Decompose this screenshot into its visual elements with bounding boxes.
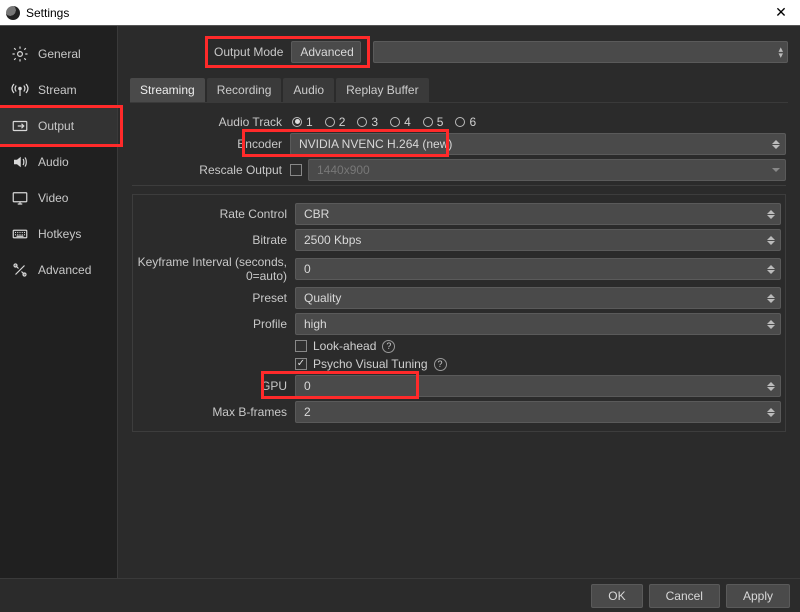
encoder-select[interactable]: NVIDIA NVENC H.264 (new) xyxy=(290,133,786,155)
rescale-checkbox[interactable] xyxy=(290,164,302,176)
sidebar-item-label: Hotkeys xyxy=(38,227,81,241)
row-bitrate: Bitrate 2500 Kbps xyxy=(137,229,781,251)
audio-track-1[interactable]: 1 xyxy=(292,115,313,129)
output-tabs: Streaming Recording Audio Replay Buffer xyxy=(130,78,788,103)
output-icon xyxy=(10,116,30,136)
dialog-footer: OK Cancel Apply xyxy=(0,578,800,612)
row-rescale: Rescale Output 1440x900 xyxy=(132,159,786,181)
updown-icon xyxy=(764,314,778,334)
profile-label: Profile xyxy=(137,317,295,331)
sidebar-item-general[interactable]: General xyxy=(0,36,117,72)
keyframe-label: Keyframe Interval (seconds, 0=auto) xyxy=(137,255,295,283)
row-profile: Profile high xyxy=(137,313,781,335)
tab-replay-buffer[interactable]: Replay Buffer xyxy=(336,78,429,102)
keyframe-input[interactable]: 0 xyxy=(295,258,781,280)
max-bframes-label: Max B-frames xyxy=(137,405,295,419)
sidebar-item-stream[interactable]: Stream xyxy=(0,72,117,108)
window-title: Settings xyxy=(26,6,69,20)
profile-select[interactable]: high xyxy=(295,313,781,335)
updown-icon xyxy=(769,134,783,154)
output-mode-select[interactable]: Advanced xyxy=(291,41,361,63)
audio-track-5[interactable]: 5 xyxy=(423,115,444,129)
rescale-value: 1440x900 xyxy=(317,163,370,177)
output-mode-select-wide[interactable]: ▴▾ xyxy=(373,41,788,63)
antenna-icon xyxy=(10,80,30,100)
audio-track-label: Audio Track xyxy=(132,115,290,129)
gpu-input[interactable]: 0 xyxy=(295,375,781,397)
row-keyframe: Keyframe Interval (seconds, 0=auto) 0 xyxy=(137,255,781,283)
psycho-label: Psycho Visual Tuning xyxy=(313,357,428,371)
row-gpu: GPU 0 xyxy=(137,375,781,397)
output-mode-value: Advanced xyxy=(300,45,353,59)
bitrate-input[interactable]: 2500 Kbps xyxy=(295,229,781,251)
updown-icon xyxy=(764,230,778,250)
sidebar: General Stream Output Audio Video Hotkey… xyxy=(0,26,118,578)
row-rate-control: Rate Control CBR xyxy=(137,203,781,225)
lookahead-label: Look-ahead xyxy=(313,339,376,353)
gear-icon xyxy=(10,44,30,64)
updown-icon xyxy=(764,376,778,396)
sidebar-item-advanced[interactable]: Advanced xyxy=(0,252,117,288)
rescale-select[interactable]: 1440x900 xyxy=(308,159,786,181)
sidebar-item-label: Audio xyxy=(38,155,69,169)
highlight-output-mode: Output Mode Advanced xyxy=(205,36,370,68)
speaker-icon xyxy=(10,152,30,172)
tab-streaming[interactable]: Streaming xyxy=(130,78,205,102)
row-audio-track: Audio Track 1 2 3 4 5 6 xyxy=(132,115,786,129)
close-button[interactable]: ✕ xyxy=(768,0,794,26)
sidebar-item-label: Output xyxy=(38,119,74,133)
psycho-checkbox[interactable] xyxy=(295,358,307,370)
audio-track-4[interactable]: 4 xyxy=(390,115,411,129)
audio-track-6[interactable]: 6 xyxy=(455,115,476,129)
rescale-label: Rescale Output xyxy=(132,163,290,177)
section-divider xyxy=(132,185,786,186)
titlebar: Settings ✕ xyxy=(0,0,800,26)
output-mode-label: Output Mode xyxy=(214,45,283,59)
tab-recording[interactable]: Recording xyxy=(207,78,282,102)
keyboard-icon xyxy=(10,224,30,244)
row-lookahead: Look-ahead ? xyxy=(137,339,781,353)
sidebar-item-hotkeys[interactable]: Hotkeys xyxy=(0,216,117,252)
sidebar-item-output[interactable]: Output xyxy=(0,108,117,144)
app-logo xyxy=(6,6,20,20)
tab-audio[interactable]: Audio xyxy=(283,78,334,102)
gpu-label: GPU xyxy=(137,379,295,393)
row-max-bframes: Max B-frames 2 xyxy=(137,401,781,423)
encoder-label: Encoder xyxy=(132,137,290,151)
updown-icon xyxy=(764,402,778,422)
updown-icon xyxy=(764,204,778,224)
sidebar-item-video[interactable]: Video xyxy=(0,180,117,216)
row-preset: Preset Quality xyxy=(137,287,781,309)
chevron-down-icon xyxy=(769,160,783,180)
updown-icon xyxy=(764,288,778,308)
audio-track-2[interactable]: 2 xyxy=(325,115,346,129)
lookahead-checkbox[interactable] xyxy=(295,340,307,352)
sidebar-item-label: General xyxy=(38,47,81,61)
max-bframes-input[interactable]: 2 xyxy=(295,401,781,423)
monitor-icon xyxy=(10,188,30,208)
sidebar-item-audio[interactable]: Audio xyxy=(0,144,117,180)
audio-track-3[interactable]: 3 xyxy=(357,115,378,129)
row-psycho: Psycho Visual Tuning ? xyxy=(137,357,781,371)
cancel-button[interactable]: Cancel xyxy=(649,584,720,608)
tools-icon xyxy=(10,260,30,280)
rate-control-select[interactable]: CBR xyxy=(295,203,781,225)
sidebar-item-label: Stream xyxy=(38,83,77,97)
encoder-settings-panel: Rate Control CBR Bitrate 2500 Kbps Keyfr… xyxy=(132,194,786,432)
help-icon[interactable]: ? xyxy=(434,358,447,371)
apply-button[interactable]: Apply xyxy=(726,584,790,608)
updown-icon: ▴▾ xyxy=(778,46,783,58)
ok-button[interactable]: OK xyxy=(591,584,642,608)
updown-icon xyxy=(764,259,778,279)
help-icon[interactable]: ? xyxy=(382,340,395,353)
encoder-value: NVIDIA NVENC H.264 (new) xyxy=(299,137,452,151)
row-encoder: Encoder NVIDIA NVENC H.264 (new) xyxy=(132,133,786,155)
sidebar-item-label: Advanced xyxy=(38,263,91,277)
rate-control-label: Rate Control xyxy=(137,207,295,221)
content-area: Output Mode Advanced ▴▾ Streaming Record… xyxy=(118,26,800,578)
preset-label: Preset xyxy=(137,291,295,305)
bitrate-label: Bitrate xyxy=(137,233,295,247)
sidebar-item-label: Video xyxy=(38,191,68,205)
preset-select[interactable]: Quality xyxy=(295,287,781,309)
